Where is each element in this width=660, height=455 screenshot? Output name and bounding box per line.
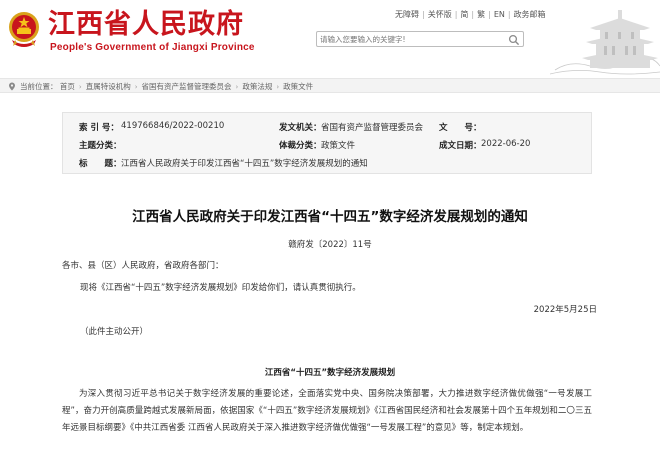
site-title[interactable]: 江西省人民政府 [48,9,244,41]
location-pin-icon [9,82,15,91]
index-label: 索 引 号： [79,123,119,133]
pavilion-decoration-icon [550,0,660,78]
simplified-link[interactable]: 简 [460,9,468,20]
meta-row: 索 引 号： 419766846/2022-00210 发文机关： 省国有资产监… [63,121,591,135]
breadcrumb-policy-docs[interactable]: 政策文件 [283,82,313,91]
breadcrumb-label: 当前位置： [20,82,58,91]
breadcrumb-direct-agencies[interactable]: 直属特设机构 [86,82,131,91]
docnum-label: 文 号： [439,123,482,133]
search-icon[interactable] [508,34,520,46]
type-value: 政策文件 [321,141,356,151]
top-links: 无障碍 | 关怀版 | 简 | 繁 | EN | 政务邮箱 [395,9,546,20]
topic-label: 主题分类： [79,141,122,151]
link-separator: | [488,10,491,19]
issue-date: 2022年5月25日 [533,305,597,315]
title-label: 标 题： [79,159,122,169]
traditional-link[interactable]: 繁 [477,9,485,20]
date-value: 2022-06-20 [481,139,531,149]
search-input[interactable] [320,33,500,45]
issuer-value: 省国有资产监督管理委员会 [321,123,424,133]
index-value: 419766846/2022-00210 [121,121,225,131]
breadcrumb-home[interactable]: 首页 [60,82,75,91]
accessibility-link[interactable]: 无障碍 [395,9,419,20]
body-text: 为深入贯彻习近平总书记关于数字经济发展的重要论述，全面落实党中央、国务院决策部署… [62,386,592,437]
salutation: 各市、县（区）人民政府，省政府各部门： [62,261,224,271]
link-separator: | [422,10,425,19]
gov-mail-link[interactable]: 政务邮箱 [514,9,546,20]
link-separator: | [454,10,458,19]
meta-row: 标 题： 江西省人民政府关于印发江西省“十四五”数字经济发展规划的通知 [63,157,591,171]
intro-paragraph: 现将《江西省“十四五”数字经济发展规划》印发给你们，请认真贯彻执行。 [80,283,361,293]
plan-title: 江西省“十四五”数字经济发展规划 [264,368,396,378]
chevron-right-icon: › [134,83,138,91]
care-mode-link[interactable]: 关怀版 [428,9,452,20]
chevron-right-icon: › [276,83,280,91]
link-separator: | [507,10,511,19]
chevron-right-icon: › [235,83,239,91]
site-header: 江西省人民政府 People's Government of Jiangxi P… [0,0,660,78]
meta-row: 主题分类： 体裁分类： 政策文件 成文日期： 2022-06-20 [63,139,591,153]
date-label: 成文日期： [439,141,482,151]
chevron-right-icon: › [78,83,82,91]
document-metadata-table: 索 引 号： 419766846/2022-00210 发文机关： 省国有资产监… [62,112,592,174]
english-link[interactable]: EN [494,10,505,19]
link-separator: | [471,10,475,19]
breadcrumb: 当前位置： 首页 › 直属特设机构 › 省国有资产监督管理委员会 › 政策法规 › 政策文件 [0,78,660,93]
search-box [316,31,524,47]
issuer-label: 发文机关： [279,123,322,133]
site-subtitle: People's Government of Jiangxi Province [50,42,255,53]
national-emblem-icon[interactable] [6,10,42,50]
title-value: 江西省人民政府关于印发江西省“十四五”数字经济发展规划的通知 [121,159,368,169]
body-paragraph: 为深入贯彻习近平总书记关于数字经济发展的重要论述，全面落实党中央、国务院决策部署… [62,389,592,433]
breadcrumb-policies[interactable]: 政策法规 [242,82,272,91]
article-title: 江西省人民政府关于印发江西省“十四五”数字经济发展规划的通知 [132,209,528,225]
type-label: 体裁分类： [279,141,322,151]
public-note: （此件主动公开） [80,327,149,337]
document-number: 赣府发〔2022〕11号 [288,240,372,250]
breadcrumb-sasac[interactable]: 省国有资产监督管理委员会 [142,82,232,91]
